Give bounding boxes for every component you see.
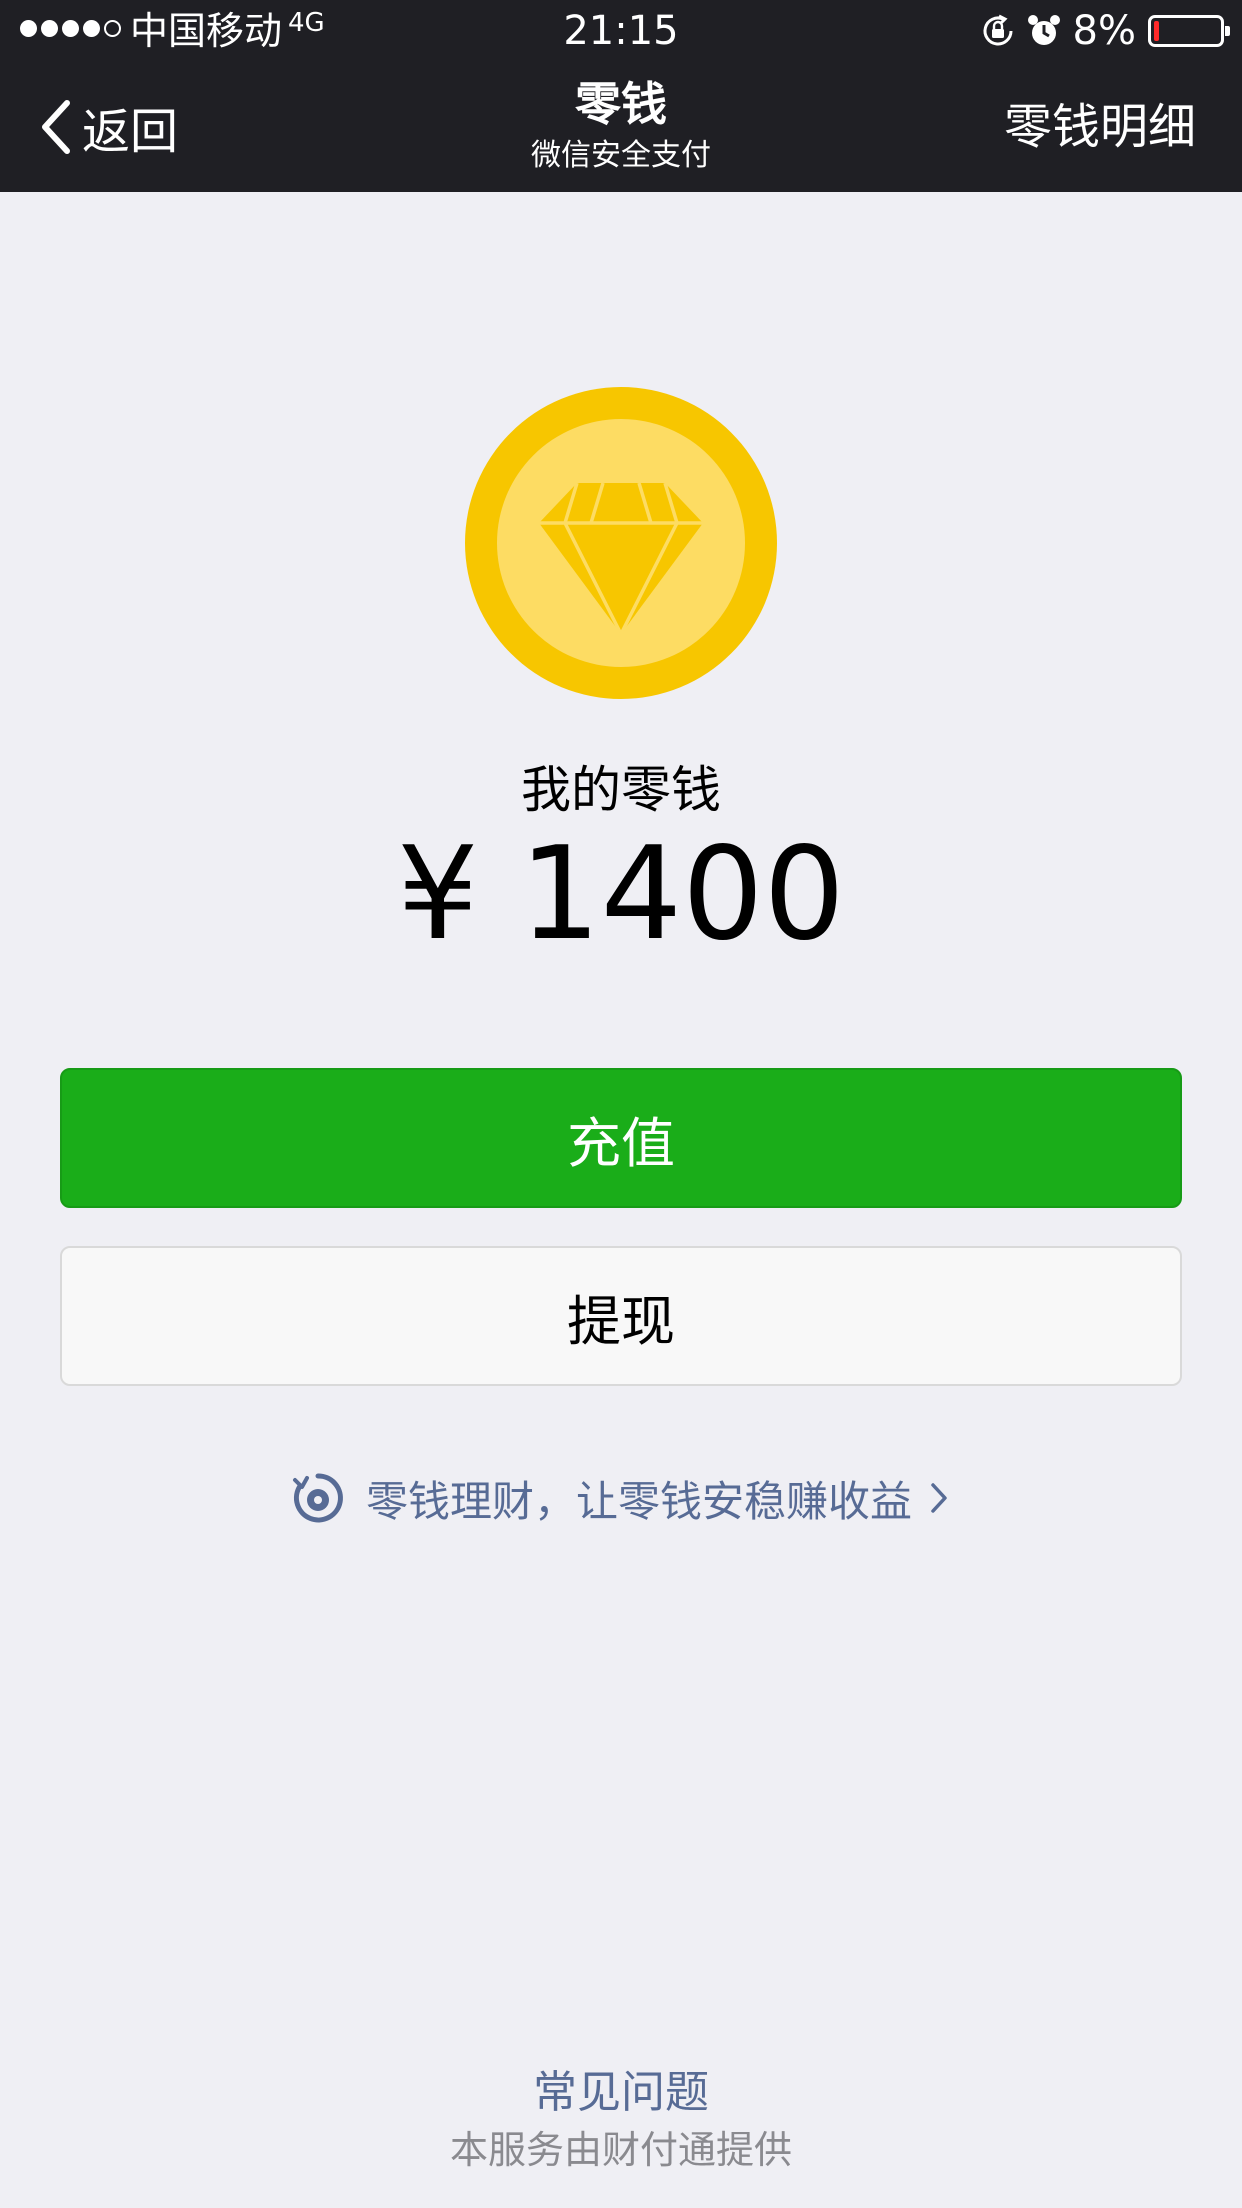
wealth-management-link[interactable]: 零钱理财，让零钱安稳赚收益: [0, 1468, 1242, 1528]
faq-link[interactable]: 常见问题: [0, 2066, 1242, 2120]
balance-amount: ¥ 1400: [397, 820, 845, 969]
topup-button[interactable]: 充值: [60, 1068, 1182, 1208]
navigation-bar: 返回 零钱 微信安全支付 零钱明细: [0, 62, 1242, 192]
balance-label: 我的零钱: [521, 761, 721, 819]
wealth-management-text: 零钱理财，让零钱安稳赚收益: [365, 1476, 912, 1526]
battery-level-fill: [1154, 21, 1159, 41]
orientation-lock-icon: [983, 14, 1013, 46]
chevron-right-icon: [931, 1483, 947, 1513]
withdraw-button[interactable]: 提现: [60, 1246, 1182, 1386]
battery-icon: [1148, 15, 1230, 47]
balance-details-button[interactable]: 零钱明细: [1004, 98, 1196, 156]
status-bar: 中国移动 4G 21:15 8%: [0, 0, 1242, 62]
status-right-group: 8%: [981, 8, 1230, 54]
diamond-coin-icon: [465, 387, 777, 699]
battery-tip: [1225, 26, 1230, 36]
wealth-icon: [292, 1473, 343, 1523]
battery-percent: 8%: [1072, 8, 1136, 54]
service-provider-text: 本服务由财付通提供: [449, 2128, 792, 2172]
alarm-icon: [1027, 15, 1060, 45]
